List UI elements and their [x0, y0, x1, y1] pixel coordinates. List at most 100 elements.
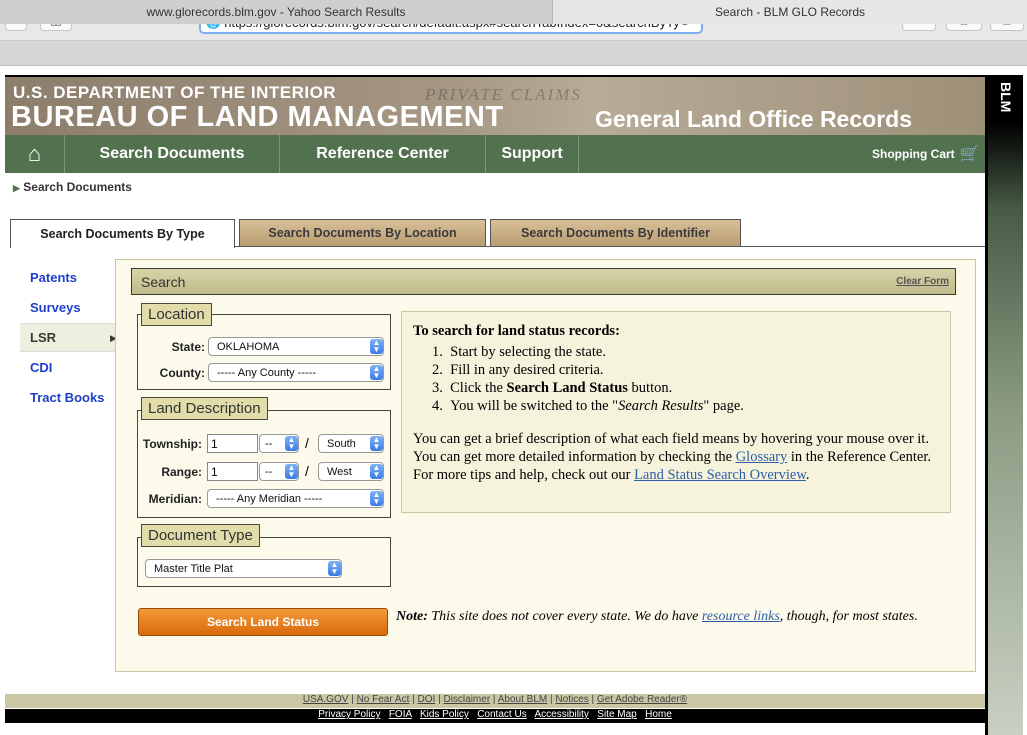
nav-label: Search Documents [99, 145, 245, 162]
document-type-select[interactable]: Master Title Plat ▲ ▼ [145, 559, 342, 578]
range-label: Range: [161, 465, 202, 479]
instructions-box: To search for land status records: 1. St… [401, 311, 951, 513]
footer-link[interactable]: Accessibility [534, 709, 588, 720]
nav-home[interactable]: ⌂ [5, 135, 65, 173]
step-text: " page. [703, 398, 744, 414]
cart-label: Shopping Cart [872, 147, 955, 161]
footer-link[interactable]: USA.GOV [303, 694, 349, 705]
sidebar-item-lsr[interactable]: LSR [30, 330, 56, 345]
browser-tab-bar [0, 41, 1027, 66]
location-legend: Location [141, 303, 212, 326]
range-ew-value: West [327, 465, 352, 478]
step-text: Click the [450, 380, 507, 396]
step-3: 3. Click the Search Land Status button. [432, 380, 673, 396]
nav-label: Support [501, 145, 563, 162]
header-department: U.S. DEPARTMENT OF THE INTERIOR [13, 83, 337, 102]
county-label: County: [159, 366, 205, 380]
nav-reference-center[interactable]: Reference Center [280, 135, 486, 173]
updown-arrow-icon: ▲ ▼ [285, 436, 298, 451]
state-value: OKLAHOMA [217, 340, 280, 353]
para-text: . [805, 467, 810, 483]
tab-label: Search Documents By Location [268, 226, 457, 240]
footer-link[interactable]: FOIA [389, 709, 412, 720]
document-type-legend: Document Type [141, 524, 260, 547]
note-text: This site does not cover every state. We… [427, 609, 702, 624]
updown-arrow-icon: ▲ ▼ [370, 491, 383, 506]
panel-title: Search [141, 274, 186, 290]
meridian-value: ----- Any Meridian ----- [216, 492, 323, 505]
search-panel-header: Search Clear Form [131, 268, 956, 295]
step-text: Fill in any desired criteria. [450, 362, 604, 378]
footer-link[interactable]: Site Map [597, 709, 636, 720]
tab-title: Search - BLM GLO Records [714, 5, 866, 19]
glossary-link[interactable]: Glossary [736, 449, 788, 465]
browser-tab-yahoo[interactable]: www.glorecords.blm.gov - Yahoo Search Re… [0, 0, 553, 24]
resource-links-link[interactable]: resource links [702, 609, 780, 624]
range-input[interactable]: 1 [207, 462, 258, 481]
nav-search-documents[interactable]: Search Documents [65, 135, 280, 173]
updown-arrow-icon: ▲ ▼ [328, 561, 341, 576]
triangle-right-icon: ▶ [13, 183, 20, 193]
footer-link[interactable]: Kids Policy [420, 709, 469, 720]
updown-arrow-icon: ▲ ▼ [370, 339, 383, 354]
township-ns-value: South [327, 437, 356, 450]
step-2: 2. Fill in any desired criteria. [432, 362, 604, 378]
step-4: 4. You will be switched to the "Search R… [432, 398, 744, 414]
footer-link[interactable]: DOI [418, 694, 436, 705]
footer-link[interactable]: Contact Us [477, 709, 526, 720]
sidebar-item-patents[interactable]: Patents [30, 270, 77, 285]
township-dir-select[interactable]: -- ▲ ▼ [259, 434, 299, 453]
tab-search-by-identifier[interactable]: Search Documents By Identifier [490, 219, 741, 247]
blm-side-label: BLM [998, 82, 1014, 113]
meridian-select[interactable]: ----- Any Meridian ----- ▲ ▼ [207, 489, 384, 508]
sidebar-item-tract-books[interactable]: Tract Books [30, 390, 104, 405]
instructions-paragraph: You can get a brief description of what … [413, 430, 938, 484]
search-land-status-button[interactable]: Search Land Status [138, 608, 388, 636]
nav-label: Reference Center [316, 145, 449, 162]
updown-arrow-icon: ▲ ▼ [370, 365, 383, 380]
note-label: Note: [396, 609, 428, 624]
township-dir-value: -- [265, 437, 273, 450]
shopping-cart-link[interactable]: Shopping Cart 🛒 [872, 135, 980, 173]
footer-link[interactable]: Get Adobe Reader® [597, 694, 687, 705]
tab-label: Search Documents By Type [40, 227, 205, 241]
blm-side-banner [988, 77, 1023, 735]
document-type-value: Master Title Plat [154, 562, 233, 575]
browser-tab-blm[interactable]: Search - BLM GLO Records [553, 0, 1027, 24]
clear-form-link[interactable]: Clear Form [896, 276, 949, 287]
breadcrumb[interactable]: ▶ Search Documents [13, 180, 132, 194]
sidebar-item-cdi[interactable]: CDI [30, 360, 52, 375]
footer-link[interactable]: Disclaimer [443, 694, 490, 705]
land-status-overview-link[interactable]: Land Status Search Overview [634, 467, 806, 483]
tab-label: Search Documents By Identifier [521, 226, 710, 240]
township-input[interactable]: 1 [207, 434, 258, 453]
state-select[interactable]: OKLAHOMA ▲ ▼ [208, 337, 384, 356]
breadcrumb-label: Search Documents [23, 180, 132, 194]
footer-link[interactable]: About BLM [498, 694, 547, 705]
state-label: State: [171, 340, 205, 354]
slash-separator: / [305, 463, 309, 479]
tab-search-by-type[interactable]: Search Documents By Type [10, 219, 235, 248]
range-ew-select[interactable]: West ▲ ▼ [318, 462, 384, 481]
tab-title: www.glorecords.blm.gov - Yahoo Search Re… [146, 5, 406, 19]
footer-links-row-2: Privacy Policy FOIA Kids Policy Contact … [5, 709, 985, 723]
sidebar-item-surveys[interactable]: Surveys [30, 300, 81, 315]
note-text: , though, for most states. [779, 609, 918, 624]
range-dir-select[interactable]: -- ▲ ▼ [259, 462, 299, 481]
header-bureau: BUREAU OF LAND MANAGEMENT [11, 101, 504, 133]
step-emphasis: Search Results [618, 398, 704, 414]
county-select[interactable]: ----- Any County ----- ▲ ▼ [208, 363, 384, 382]
step-text: Start by selecting the state. [450, 344, 606, 360]
footer-link[interactable]: Notices [555, 694, 588, 705]
footer-link[interactable]: Privacy Policy [318, 709, 380, 720]
site-header: PRIVATE CLAIMS U.S. DEPARTMENT OF THE IN… [5, 77, 985, 135]
instructions-steps: 1. Start by selecting the state. 2. Fill… [432, 343, 744, 415]
cart-icon: 🛒 [959, 146, 980, 163]
township-ns-select[interactable]: South ▲ ▼ [318, 434, 384, 453]
footer-link[interactable]: Home [645, 709, 672, 720]
footer-link[interactable]: No Fear Act [357, 694, 410, 705]
step-text: button. [627, 380, 673, 396]
tab-search-by-location[interactable]: Search Documents By Location [239, 219, 486, 247]
nav-support[interactable]: Support [486, 135, 579, 173]
coverage-note: Note: This site does not cover every sta… [396, 608, 966, 626]
